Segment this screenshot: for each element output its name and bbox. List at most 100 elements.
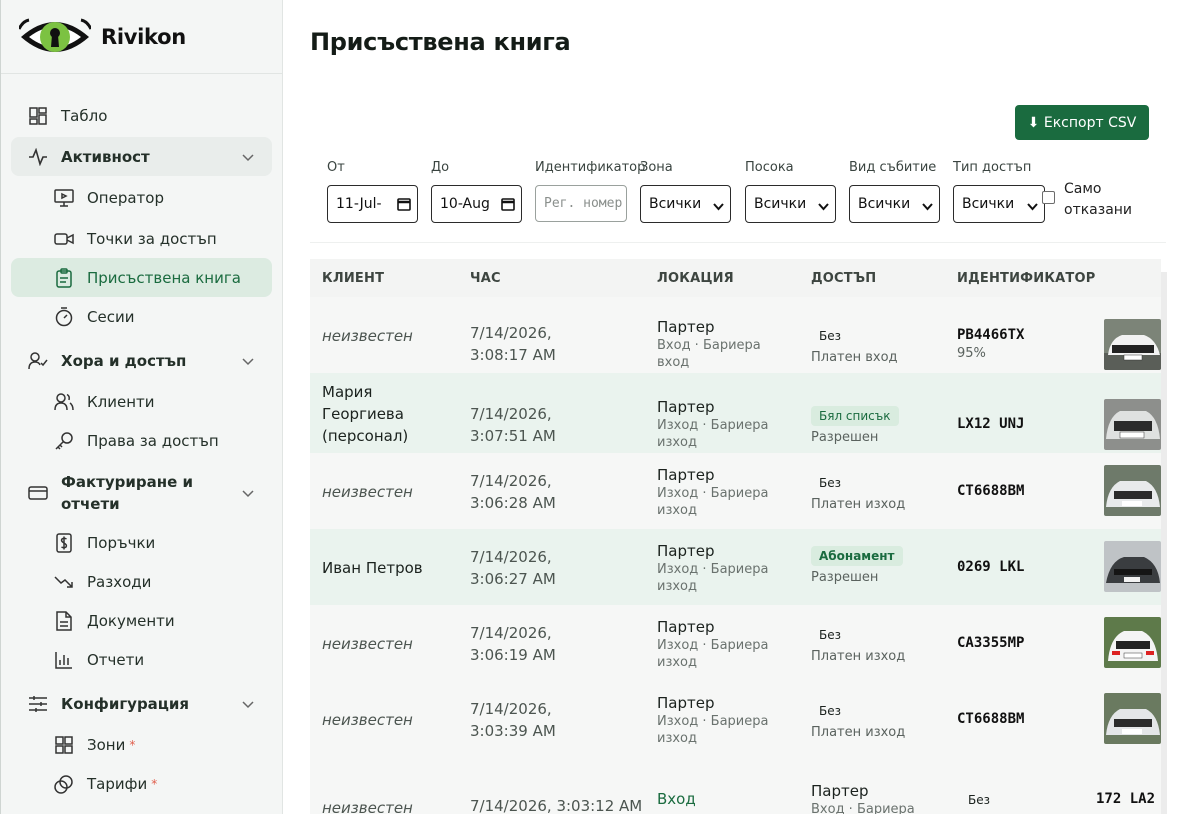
location-name: Партер	[657, 618, 715, 636]
date-to-input[interactable]: 10-Aug	[431, 185, 522, 223]
denied-only-label: Само отказани	[1064, 179, 1132, 221]
zone-select[interactable]: Всички	[640, 185, 731, 223]
row-clock: 3:06:28 AM	[470, 494, 556, 512]
row-date: 7/14/2026,	[470, 405, 552, 423]
sidebar-item-access-points[interactable]: Точки за достъп	[11, 219, 272, 258]
table-row[interactable]: Мария Георгиева (персонал) 7/14/2026, 3:…	[310, 373, 1161, 453]
location-name: Партер	[657, 694, 715, 712]
timer-icon	[53, 306, 75, 328]
sidebar-item-activity[interactable]: Активност	[11, 137, 272, 176]
brand-logo[interactable]: Rivikon	[1, 0, 282, 74]
row-access: Абонамент Разрешен	[811, 545, 903, 585]
sidebar-item-operator[interactable]: Оператор	[11, 178, 272, 217]
column-header-identifier[interactable]: ИДЕНТИФИКАТОР	[957, 271, 1095, 286]
filter-identifier: Идентификатор Рег. номер	[535, 155, 645, 222]
direction-select[interactable]: Всички	[745, 185, 836, 223]
table-row[interactable]: Иван Петров 7/14/2026, 3:06:27 AM Партер…	[310, 529, 1161, 605]
identifier-search-input[interactable]: Рег. номер	[535, 185, 627, 222]
row-time: 7/14/2026, 3:06:27 AM	[470, 546, 556, 590]
event-type-select[interactable]: Всички	[849, 185, 940, 223]
sidebar-item-expenses[interactable]: Разходи	[11, 562, 272, 601]
location-gate-type: изход	[657, 655, 697, 670]
row-location: Партер Вход · Бариера вход	[657, 317, 761, 371]
sidebar-item-orders[interactable]: Поръчки	[11, 523, 272, 562]
sidebar-item-label: Документи	[87, 611, 175, 630]
license-plate: 172 LA2	[1096, 791, 1156, 807]
vehicle-thumbnail[interactable]	[1104, 319, 1161, 370]
key-icon	[53, 430, 75, 452]
client-role: (персонал)	[322, 427, 409, 445]
sidebar-nav: Табло Активност Оператор Точки за достъп	[1, 74, 282, 803]
main-content: Присъствена книга ⬇ Експорт CSV От 11-Ju…	[283, 0, 1200, 814]
vehicle-thumbnail[interactable]	[1104, 617, 1161, 668]
column-header-time[interactable]: ЧАС	[470, 271, 501, 286]
sidebar-item-people-access[interactable]: Хора и достъп	[11, 341, 272, 380]
bar-chart-icon	[53, 649, 75, 671]
row-date: 7/14/2026,	[470, 472, 552, 490]
sidebar-item-access-rights[interactable]: Права за достъп	[11, 421, 272, 460]
filter-to-label: До	[431, 160, 450, 175]
row-access: Без	[960, 789, 998, 810]
sidebar-item-clients[interactable]: Клиенти	[11, 382, 272, 421]
filter-from-label: От	[327, 160, 345, 175]
sidebar-item-documents[interactable]: Документи	[11, 601, 272, 640]
filter-zone-label: Зона	[640, 160, 673, 175]
access-status: Платен изход	[811, 649, 906, 664]
column-header-access[interactable]: ДОСТЪП	[811, 271, 876, 286]
sidebar-item-tariffs[interactable]: Тарифи *	[11, 764, 272, 803]
denied-only-checkbox[interactable]	[1042, 191, 1055, 204]
vehicle-thumbnail[interactable]	[1104, 693, 1161, 744]
card-icon	[27, 482, 49, 504]
client-name-line: Георгиева	[322, 405, 404, 423]
date-from-input[interactable]: 11-Jul-	[327, 185, 418, 223]
license-plate: 0269 LKL	[957, 559, 1025, 575]
table-row[interactable]: неизвестен 7/14/2026, 3:03:12 AM Вход Па…	[310, 757, 1161, 814]
location-gate-type: изход	[657, 579, 697, 594]
sidebar-item-configuration[interactable]: Конфигурация	[11, 684, 272, 723]
row-identifier: CT6688BM	[957, 483, 1024, 499]
column-header-location[interactable]: ЛОКАЦИЯ	[657, 271, 734, 286]
access-type-select[interactable]: Всички	[953, 185, 1045, 223]
sidebar-item-label: Оператор	[87, 188, 164, 207]
required-mark: *	[129, 737, 136, 752]
vehicle-thumbnail[interactable]	[1104, 465, 1161, 516]
sidebar-item-dashboard[interactable]: Табло	[11, 96, 272, 135]
sidebar-item-label: Активност	[61, 147, 150, 166]
vehicle-thumbnail[interactable]	[1104, 399, 1161, 450]
vehicle-thumbnail[interactable]	[1104, 541, 1161, 592]
sidebar-item-label: Фактуриране и отчети	[61, 473, 194, 513]
access-status: Разрешен	[811, 430, 879, 445]
sidebar-item-sessions[interactable]: Сесии	[11, 297, 272, 336]
table-row[interactable]: неизвестен 7/14/2026, 3:06:28 AM Партер …	[310, 453, 1161, 529]
filter-access-type: Тип достъп Всички	[953, 155, 1045, 223]
filter-direction-label: Посока	[745, 160, 794, 175]
location-gate: Вход · Бариера	[811, 802, 915, 814]
row-date: 7/14/2026,	[470, 700, 552, 718]
chevron-down-icon	[242, 352, 254, 370]
calendar-icon[interactable]	[397, 197, 411, 215]
sidebar-item-zones[interactable]: Зони *	[11, 725, 272, 764]
row-client: неизвестен	[322, 799, 413, 814]
table-header: КЛИЕНТ ЧАС ЛОКАЦИЯ ДОСТЪП ИДЕНТИФИКАТОР	[310, 259, 1161, 297]
zone-select-value: Всички	[649, 196, 702, 212]
table-row[interactable]: неизвестен 7/14/2026, 3:06:19 AM Партер …	[310, 605, 1161, 681]
sidebar-item-billing-reports[interactable]: Фактуриране и отчети	[11, 465, 272, 521]
table-row[interactable]: неизвестен 7/14/2026, 3:08:17 AM Партер …	[310, 297, 1161, 373]
table-scrollbar[interactable]	[1161, 272, 1167, 814]
row-identifier: 0269 LKL	[957, 559, 1024, 575]
row-clock: 3:03:39 AM	[470, 722, 556, 740]
sidebar-item-label: Конфигурация	[61, 694, 190, 713]
export-csv-button[interactable]: ⬇ Експорт CSV	[1015, 105, 1149, 140]
location-gate: Изход · Бариера	[657, 486, 769, 501]
row-access: Бял списък Разрешен	[811, 405, 899, 445]
location-gate: Изход · Бариера	[657, 562, 769, 577]
table-row[interactable]: неизвестен 7/14/2026, 3:03:39 AM Партер …	[310, 681, 1161, 757]
location-name: Партер	[657, 542, 715, 560]
denied-only-label-line-2: отказани	[1064, 202, 1133, 218]
sidebar-item-reports[interactable]: Отчети	[11, 640, 272, 679]
sidebar-item-attendance-book[interactable]: Присъствена книга	[11, 258, 272, 297]
column-header-client[interactable]: КЛИЕНТ	[322, 271, 384, 286]
row-location: Партер Вход · Бариера	[811, 781, 915, 814]
calendar-icon[interactable]	[501, 197, 515, 215]
chevron-down-icon	[242, 482, 254, 504]
